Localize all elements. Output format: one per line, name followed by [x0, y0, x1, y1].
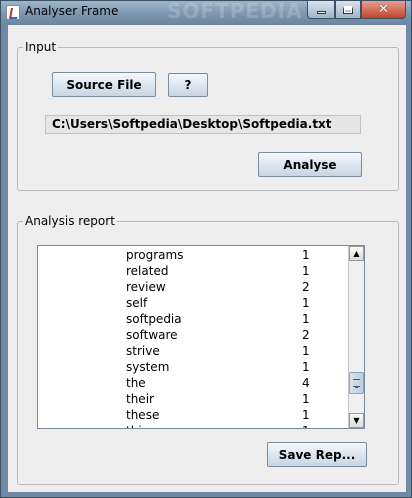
minimize-button[interactable]	[307, 1, 335, 19]
window-content: Input Source File ? C:\Users\Softpedia\D…	[8, 25, 406, 492]
count-cell: 1	[302, 312, 310, 326]
title-bar[interactable]: Analyser Frame SOFTPEDIA ✕	[1, 0, 411, 25]
window-title: Analyser Frame	[25, 4, 119, 18]
list-item[interactable]: strive 1	[38, 344, 344, 360]
scroll-down-arrow-icon: ▼	[353, 416, 360, 425]
list-item[interactable]: the 4	[38, 376, 344, 392]
word-cell: the	[126, 376, 146, 390]
word-cell: review	[126, 280, 166, 294]
count-cell: 1	[302, 296, 310, 310]
scroll-up-arrow-icon: ▲	[353, 249, 360, 258]
maximize-icon	[343, 5, 353, 14]
watermark-logo: SOFTPEDIA	[167, 0, 303, 23]
list-item[interactable]: softpedia 1	[38, 312, 344, 328]
scroll-thumb[interactable]	[349, 372, 364, 394]
word-cell: this	[126, 424, 148, 428]
word-cell: their	[126, 392, 154, 406]
java-app-icon[interactable]	[6, 5, 20, 20]
count-cell: 2	[302, 328, 310, 342]
source-file-button[interactable]: Source File	[52, 72, 156, 97]
word-cell: system	[126, 360, 170, 374]
word-cell: self	[126, 296, 148, 310]
list-item[interactable]: system 1	[38, 360, 344, 376]
count-cell: 4	[302, 376, 310, 390]
scroll-down-button[interactable]: ▼	[349, 413, 364, 428]
count-cell: 1	[302, 360, 310, 374]
word-cell: software	[126, 328, 178, 342]
list-item[interactable]: review 2	[38, 280, 344, 296]
word-cell: strive	[126, 344, 160, 358]
list-item[interactable]: related 1	[38, 264, 344, 280]
list-item[interactable]: programs 1	[38, 248, 344, 264]
analysis-report-label: Analysis report	[23, 214, 117, 228]
input-group-label: Input	[23, 40, 59, 54]
word-cell: related	[126, 264, 169, 278]
count-cell: 1	[302, 424, 310, 428]
file-path-field[interactable]: C:\Users\Softpedia\Desktop\Softpedia.txt	[45, 115, 361, 134]
word-cell: softpedia	[126, 312, 182, 326]
maximize-button[interactable]	[335, 1, 361, 19]
count-cell: 1	[302, 408, 310, 422]
scroll-up-button[interactable]: ▲	[349, 246, 364, 261]
list-item[interactable]: their 1	[38, 392, 344, 408]
count-cell: 2	[302, 280, 310, 294]
list-scrollbar[interactable]: ▲ ▼	[348, 246, 364, 428]
count-cell: 1	[302, 392, 310, 406]
analyse-button[interactable]: Analyse	[258, 152, 362, 177]
save-report-button[interactable]: Save Rep...	[267, 442, 367, 467]
count-cell: 1	[302, 248, 310, 262]
close-icon: ✕	[378, 2, 389, 17]
word-cell: these	[126, 408, 160, 422]
list-item[interactable]: software 2	[38, 328, 344, 344]
help-button[interactable]: ?	[168, 73, 208, 97]
list-item[interactable]: self 1	[38, 296, 344, 312]
count-cell: 1	[302, 344, 310, 358]
close-button[interactable]: ✕	[361, 1, 406, 19]
list-item[interactable]: these 1	[38, 408, 344, 424]
analyser-window: Analyser Frame SOFTPEDIA ✕ Input Source …	[0, 0, 412, 498]
word-frequency-list[interactable]: programs 1 related 1 review 2 self 1 softped…	[37, 245, 365, 429]
word-cell: programs	[126, 248, 184, 262]
count-cell: 1	[302, 264, 310, 278]
minimize-icon	[316, 10, 326, 14]
list-item[interactable]: this 1	[38, 424, 344, 428]
